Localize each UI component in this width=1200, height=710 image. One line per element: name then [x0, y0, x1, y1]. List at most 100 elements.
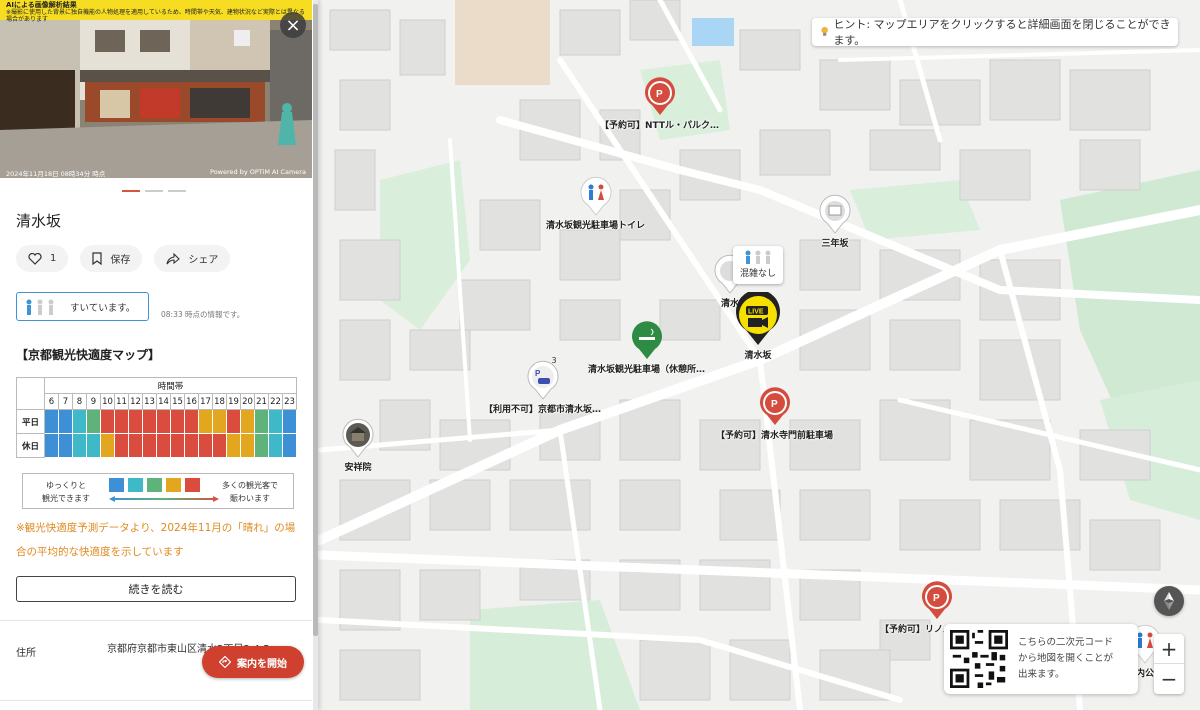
read-more-button[interactable]: 続きを読む: [16, 576, 296, 602]
hour-label: 20: [240, 393, 255, 410]
like-button[interactable]: 1: [16, 245, 69, 272]
carousel-dot[interactable]: [122, 190, 140, 192]
comfort-heatmap: 時間帯 6 7 8 9 10 11 12 13 14 15 16 17 18 19 20 21 22 23 平日 …: [16, 377, 297, 458]
heatmap-cell: [198, 409, 213, 434]
address-label: 住所: [16, 648, 36, 659]
heatmap-cell: [86, 433, 101, 458]
photo-timestamp: 2024年11月18日 08時34分 時点: [6, 170, 106, 178]
map-hint: ヒント: マップエリアをクリックすると詳細画面を閉じることができます。: [812, 18, 1178, 47]
comfort-note: ※観光快適度予測データより、2024年11月の「晴れ」の場合の平均的な快適度を示…: [16, 522, 296, 558]
crowd-bubble: 混雑なし: [733, 246, 783, 284]
heatmap-cell: [226, 409, 241, 434]
comfort-legend: ゆっくりと 観光できます 多くの観光客で 賑わいます: [22, 473, 294, 509]
carousel-dot[interactable]: [168, 190, 186, 192]
carousel-indicator[interactable]: [122, 190, 186, 192]
live-camera-pin-icon: LIVE: [734, 292, 782, 346]
hour-label: 9: [86, 393, 101, 410]
poi-toilet[interactable]: 清水坂観光駐車場トイレ: [546, 176, 645, 231]
heatmap-cell: [114, 433, 129, 458]
heart-icon: [28, 252, 42, 265]
hour-label: 21: [254, 393, 269, 410]
heatmap-row-weekday: 平日: [16, 409, 297, 434]
svg-text:P: P: [933, 593, 940, 604]
heatmap-cell: [282, 433, 297, 458]
lightbulb-icon: [821, 26, 828, 36]
share-button[interactable]: シェア: [154, 245, 231, 272]
heatmap-cell: [58, 409, 73, 434]
heatmap-cell: [170, 433, 185, 458]
poi-parking-unavailable[interactable]: P 3 【利用不可】京都市清水坂…: [484, 356, 601, 415]
share-label: シェア: [188, 255, 219, 266]
legend-swatch: [147, 478, 162, 492]
parking-pin-icon: P: [643, 76, 677, 116]
heatmap-cell: [212, 433, 227, 458]
heatmap-cell: [128, 433, 143, 458]
qr-caption: こちらの二次元コード から地図を開くことが 出来ます。: [1018, 635, 1113, 683]
carousel-dot[interactable]: [145, 190, 163, 192]
zoom-in-button[interactable]: +: [1154, 634, 1184, 664]
poi-kiyomizuzaka-live[interactable]: LIVE 清水坂: [734, 292, 782, 361]
zoom-control: + −: [1154, 634, 1184, 694]
heatmap-row-holiday: 休日: [16, 433, 297, 458]
app-root: ヒント: マップエリアをクリックすると詳細画面を閉じることができます。 P 【予…: [0, 0, 1200, 710]
heatmap-cell: [156, 409, 171, 434]
heatmap-cell: [142, 409, 157, 434]
start-guide-label: 案内を開始: [237, 658, 287, 670]
poi-rest-area[interactable]: 清水坂観光駐車場（休憩所…: [588, 320, 705, 375]
crowd-figures-icon: [733, 250, 783, 264]
parking-pin-icon: P 3: [526, 356, 560, 400]
svg-text:P: P: [771, 399, 778, 410]
hour-label: 18: [212, 393, 227, 410]
comfort-map-title: 【京都観光快適度マップ】: [16, 348, 161, 362]
compass-button[interactable]: [1154, 586, 1184, 616]
hour-label: 12: [128, 393, 143, 410]
poi-label: 清水坂観光駐車場（休憩所…: [588, 365, 706, 375]
close-button[interactable]: ×: [280, 12, 306, 38]
person-icon: [37, 299, 43, 315]
heatmap-cell: [268, 409, 283, 434]
street-photo-image: [0, 0, 312, 178]
heatmap-cell: [184, 433, 199, 458]
hour-label: 10: [100, 393, 115, 410]
heatmap-header: 時間帯: [44, 377, 297, 394]
row-label: 休日: [16, 433, 45, 458]
hour-label: 11: [114, 393, 129, 410]
navigation-diamond-icon: [219, 656, 231, 668]
live-badge: LIVE: [748, 309, 764, 316]
qr-caption-line: こちらの二次元コード: [1018, 637, 1114, 648]
action-row: 1 保存 シェア: [16, 245, 231, 272]
person-icon: [26, 299, 32, 315]
heatmap-cell: [254, 409, 269, 434]
save-button[interactable]: 保存: [80, 245, 143, 272]
zoom-out-button[interactable]: −: [1154, 664, 1184, 694]
svg-text:P: P: [656, 89, 663, 100]
poi-anshoin[interactable]: 安祥院: [341, 418, 375, 473]
hour-label: 8: [72, 393, 87, 410]
legend-swatch: [109, 478, 124, 492]
heatmap-cell: [86, 409, 101, 434]
scrollbar-thumb[interactable]: [313, 4, 318, 636]
heatmap-cell: [72, 409, 87, 434]
banner-title: AIによる画像解析結果: [6, 1, 77, 9]
gradient-arrow-icon: [109, 496, 219, 502]
poi-parking-monzen[interactable]: P 【予約可】清水寺門前駐車場: [716, 386, 833, 441]
poi-parking-ntt[interactable]: P 【予約可】NTTル・パルク…: [600, 76, 719, 131]
camera-photo[interactable]: AIによる画像解析結果 ※撮影に使用した背景に独自機能の人物処理を適用しているた…: [0, 0, 312, 178]
legend-right-line: 多くの観光客で: [222, 481, 278, 490]
crowd-status-text: すいています。: [70, 302, 136, 314]
legend-swatch: [166, 478, 181, 492]
toilet-pin-icon: [579, 176, 613, 216]
poi-label: 清水坂: [744, 351, 772, 361]
legend-left-line: ゆっくりと: [46, 481, 86, 490]
row-label: 平日: [16, 409, 45, 434]
parking-count-badge: 3: [551, 356, 557, 365]
heatmap-cell: [156, 433, 171, 458]
start-guide-button[interactable]: 案内を開始: [202, 646, 304, 678]
heatmap-cell: [184, 409, 199, 434]
poi-sannenzaka[interactable]: 三年坂: [818, 194, 852, 249]
hour-label: 6: [44, 393, 59, 410]
legend-right-line: 賑わいます: [230, 494, 270, 503]
heatmap-corner: [16, 377, 45, 410]
panel-scrollbar[interactable]: [313, 0, 318, 710]
poi-parking-rinopa[interactable]: P 【予約可】リノパ: [880, 580, 954, 635]
